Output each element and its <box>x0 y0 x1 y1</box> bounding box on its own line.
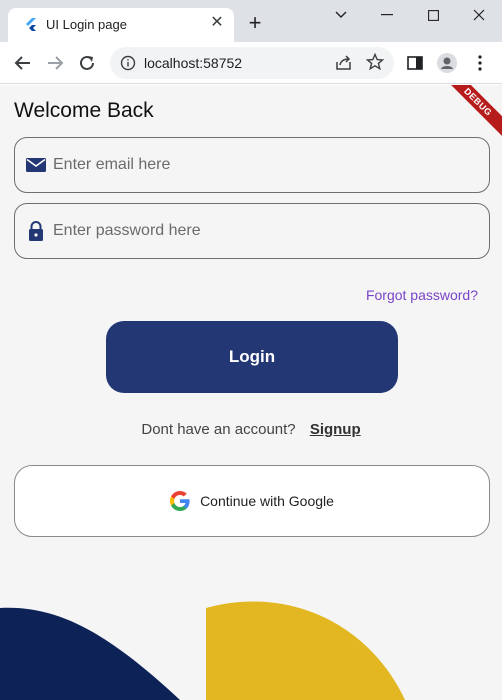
browser-tab-bar: UI Login page ✕ + <box>0 0 502 42</box>
password-field[interactable] <box>14 203 490 259</box>
signup-link[interactable]: Signup <box>310 421 361 438</box>
flutter-logo-icon <box>26 18 36 31</box>
info-icon[interactable] <box>120 55 136 71</box>
close-icon[interactable]: ✕ <box>208 14 226 32</box>
minimize-icon[interactable] <box>376 6 398 24</box>
debug-banner: DEBUG <box>437 85 502 143</box>
browser-tab[interactable]: UI Login page ✕ <box>8 8 234 42</box>
maximize-icon[interactable] <box>422 6 444 24</box>
google-icon <box>170 491 190 511</box>
browser-toolbar: localhost:58752 <box>0 42 502 84</box>
sidebar-icon[interactable] <box>405 53 425 73</box>
forgot-password-link[interactable]: Forgot password? <box>366 287 478 303</box>
star-icon[interactable] <box>366 53 384 71</box>
email-input[interactable] <box>53 139 473 191</box>
password-input[interactable] <box>53 205 473 257</box>
signup-prompt: Dont have an account? <box>141 421 296 438</box>
chevron-down-icon[interactable] <box>330 6 352 24</box>
window-close-icon[interactable] <box>468 6 490 24</box>
more-vert-icon[interactable] <box>470 53 490 73</box>
lock-icon <box>29 221 43 241</box>
forward-arrow-icon[interactable] <box>44 52 66 74</box>
page-title: Welcome Back <box>14 99 154 122</box>
reload-icon[interactable] <box>76 52 98 74</box>
address-bar[interactable]: localhost:58752 <box>110 47 394 79</box>
signup-row: Dont have an account? Signup <box>0 421 502 438</box>
share-icon[interactable] <box>335 54 353 72</box>
login-button[interactable]: Login <box>106 321 398 393</box>
profile-icon[interactable] <box>437 53 457 73</box>
back-arrow-icon[interactable] <box>12 52 34 74</box>
google-signin-button[interactable]: Continue with Google <box>14 465 490 537</box>
url-text: localhost:58752 <box>144 55 243 71</box>
plus-icon[interactable]: + <box>244 12 266 34</box>
mail-icon <box>26 158 46 172</box>
email-field[interactable] <box>14 137 490 193</box>
tab-title: UI Login page <box>46 17 127 32</box>
login-page: DEBUG Welcome Back Forgot password? Logi… <box>0 85 502 700</box>
google-button-label: Continue with Google <box>200 493 334 509</box>
